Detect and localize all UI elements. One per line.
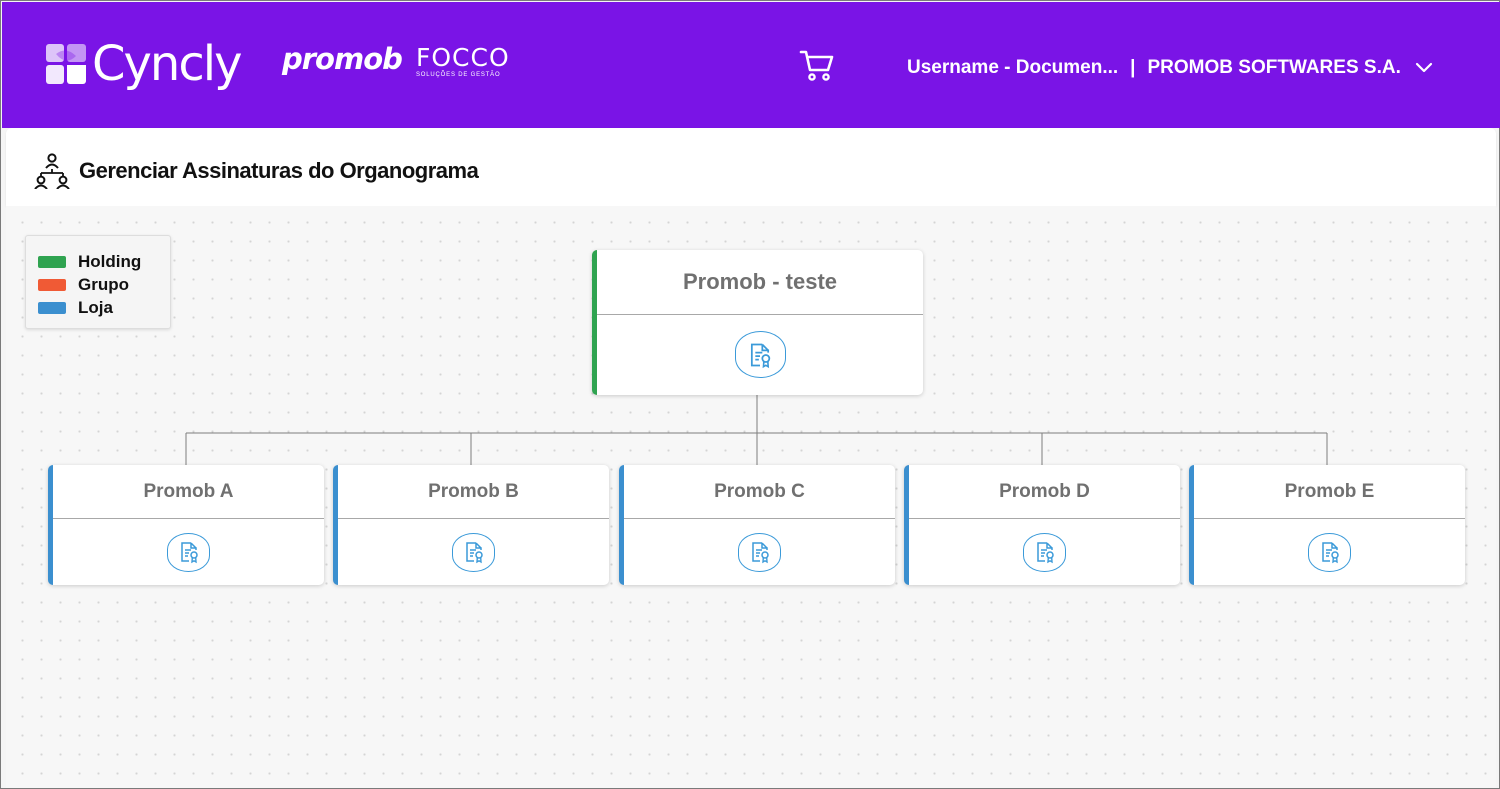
org-node-child[interactable]: Promob D — [904, 465, 1180, 585]
focco-tagline: SOLUÇÕES DE GESTÃO — [416, 72, 501, 78]
manage-signatures-button[interactable] — [1308, 532, 1351, 572]
org-node-child[interactable]: Promob E — [1189, 465, 1465, 585]
signature-document-icon — [750, 343, 771, 368]
legend-item-grupo: Grupo — [38, 273, 170, 296]
chevron-down-icon[interactable] — [1415, 62, 1433, 74]
cyncly-logo-icon — [46, 44, 86, 84]
org-node-actions — [597, 315, 923, 394]
org-node-actions — [338, 519, 609, 585]
manage-signatures-button[interactable] — [734, 331, 786, 378]
legend-label: Holding — [78, 251, 142, 271]
cart-icon[interactable] — [799, 48, 835, 82]
legend: Holding Grupo Loja — [25, 235, 171, 329]
legend-swatch — [38, 301, 66, 314]
org-node-child[interactable]: Promob C — [619, 465, 895, 585]
top-header: Cyncly promob FOCCO SOLUÇÕES DE GESTÃO U… — [2, 2, 1500, 128]
signature-document-icon — [465, 542, 483, 564]
org-node-name: Promob B — [338, 465, 609, 519]
legend-swatch — [38, 278, 66, 291]
org-node-actions — [53, 519, 324, 585]
signature-document-icon — [751, 542, 769, 564]
manage-signatures-button[interactable] — [738, 532, 781, 572]
cyncly-logo[interactable]: Cyncly — [46, 36, 242, 92]
org-node-name: Promob E — [1194, 465, 1465, 519]
app-window: Cyncly promob FOCCO SOLUÇÕES DE GESTÃO U… — [0, 0, 1500, 789]
org-node-actions — [909, 519, 1180, 585]
org-node-name: Promob C — [624, 465, 895, 519]
org-node-actions — [1194, 519, 1465, 585]
legend-item-loja: Loja — [38, 296, 170, 319]
org-chart-canvas[interactable]: Holding Grupo Loja Promob - teste Promob… — [6, 206, 1496, 788]
org-chart-icon — [34, 153, 70, 189]
username-label: Username - Documen... — [907, 57, 1119, 78]
org-node-name: Promob - teste — [597, 250, 923, 315]
manage-signatures-button[interactable] — [1023, 532, 1066, 572]
org-node-root[interactable]: Promob - teste — [592, 250, 923, 395]
org-node-name: Promob A — [53, 465, 324, 519]
legend-label: Grupo — [78, 274, 129, 294]
org-node-actions — [624, 519, 895, 585]
focco-logo: FOCCO SOLUÇÕES DE GESTÃO — [416, 43, 510, 78]
signature-document-icon — [1036, 542, 1054, 564]
signature-document-icon — [180, 542, 198, 564]
legend-item-holding: Holding — [38, 250, 170, 273]
page-title: Gerenciar Assinaturas do Organograma — [79, 158, 479, 183]
org-node-child[interactable]: Promob A — [48, 465, 324, 585]
manage-signatures-button[interactable] — [167, 532, 210, 572]
legend-label: Loja — [78, 297, 113, 317]
org-node-name: Promob D — [909, 465, 1180, 519]
company-name: PROMOB SOFTWARES S.A. — [1147, 57, 1401, 78]
header-separator: | — [1130, 57, 1136, 78]
manage-signatures-button[interactable] — [452, 532, 495, 572]
legend-swatch — [38, 255, 66, 268]
page-title-bar: Gerenciar Assinaturas do Organograma — [6, 128, 1496, 206]
promob-logo: promob — [282, 42, 403, 76]
user-company-menu[interactable]: Username - Documen... | PROMOB SOFTWARES… — [907, 56, 1433, 80]
focco-logo-text: FOCCO — [416, 43, 510, 72]
org-node-child[interactable]: Promob B — [333, 465, 609, 585]
signature-document-icon — [1321, 542, 1339, 564]
cyncly-logo-text: Cyncly — [92, 36, 242, 92]
